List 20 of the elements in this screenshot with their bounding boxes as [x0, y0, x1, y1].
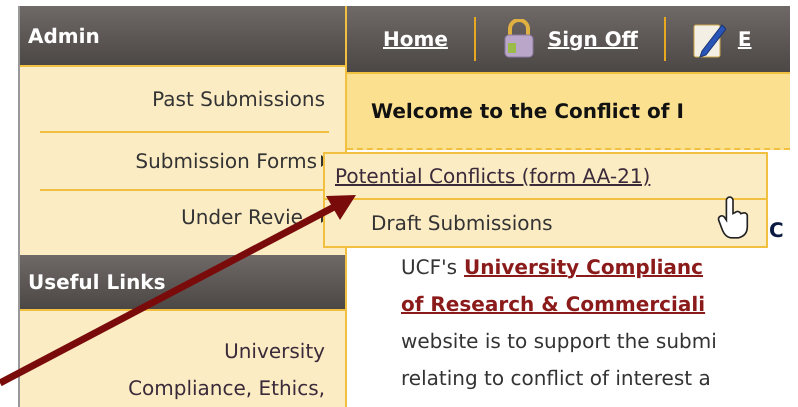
nav-link[interactable]: Sign Off	[548, 27, 638, 51]
useful-link[interactable]: University	[224, 333, 325, 370]
body-text: UCF's	[401, 254, 458, 278]
submenu-item[interactable]: Draft Submissions	[325, 200, 766, 246]
nav-link[interactable]: E	[738, 27, 752, 51]
nav-link[interactable]: Home	[383, 27, 448, 51]
section-heading: C	[769, 218, 784, 242]
body-text: website is to support the submi	[401, 328, 717, 352]
sidebar-header: Admin	[20, 6, 345, 68]
sidebar-menu-item[interactable]: Past Submissions	[152, 87, 325, 112]
sidebar-menu-item[interactable]: Under Revie	[181, 205, 303, 230]
welcome-title: Welcome to the Conflict of I	[371, 99, 684, 123]
hand-cursor-icon	[716, 196, 750, 240]
padlock-icon[interactable]	[502, 19, 536, 59]
useful-link[interactable]: Compliance, Ethics,	[128, 370, 325, 407]
sidebar-header: Useful Links	[20, 255, 345, 311]
text-link[interactable]: University Complianc	[464, 254, 704, 278]
body-text: relating to conflict of interest a	[401, 366, 711, 390]
text-link[interactable]: of Research & Commerciali	[401, 292, 706, 316]
sidebar-menu-item[interactable]: Submission Forms	[135, 149, 317, 174]
